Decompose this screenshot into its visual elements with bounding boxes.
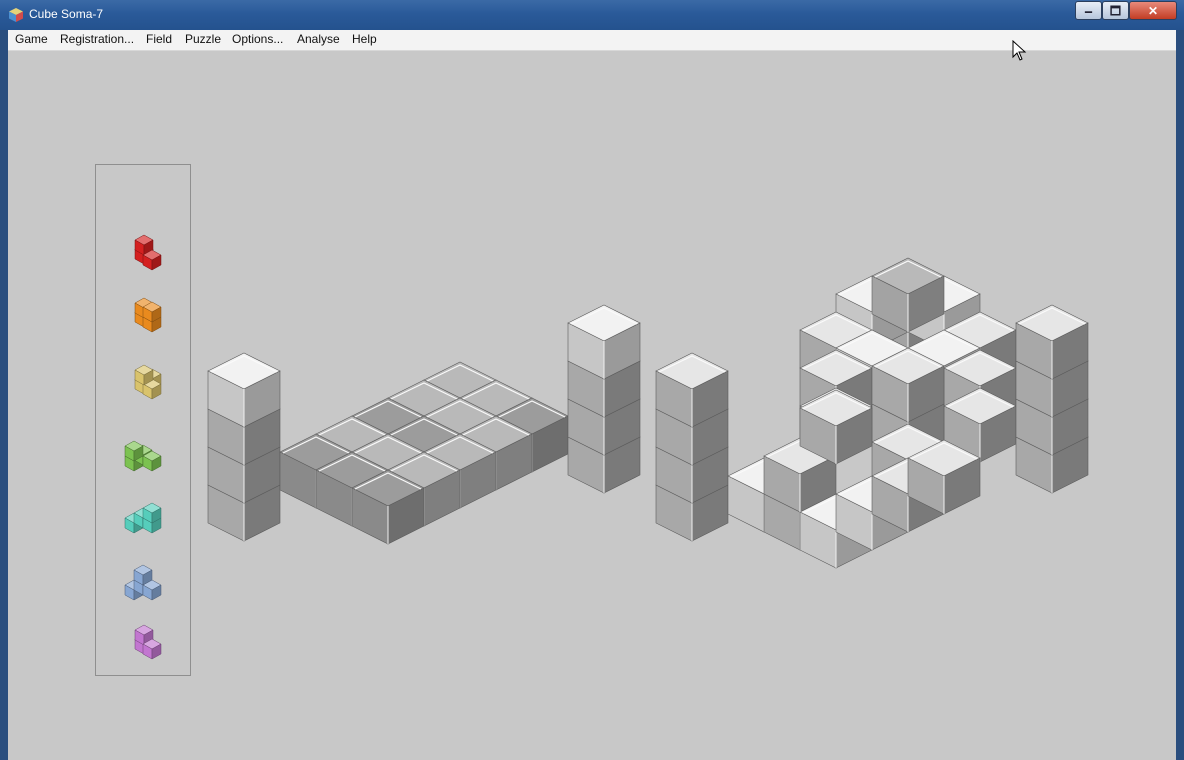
piece-icon-orange[interactable] <box>134 297 162 333</box>
piece-icon-red[interactable] <box>134 234 162 271</box>
piece-icons-layer <box>124 234 162 660</box>
piece-icon-yellow[interactable] <box>134 364 162 400</box>
piece-icon-blue[interactable] <box>124 564 162 601</box>
app-window: Cube Soma-7 🗕 🗖 ✕ Game Registration... F… <box>0 0 1184 760</box>
mouse-cursor-icon <box>1012 40 1027 61</box>
cube-field-layer <box>207 257 1089 569</box>
piece-icon-violet[interactable] <box>134 624 162 660</box>
puzzle-scene[interactable] <box>0 0 1184 760</box>
piece-icon-teal[interactable] <box>124 502 162 534</box>
window-bottom-edge <box>8 756 1176 760</box>
piece-icon-green[interactable] <box>124 440 162 472</box>
